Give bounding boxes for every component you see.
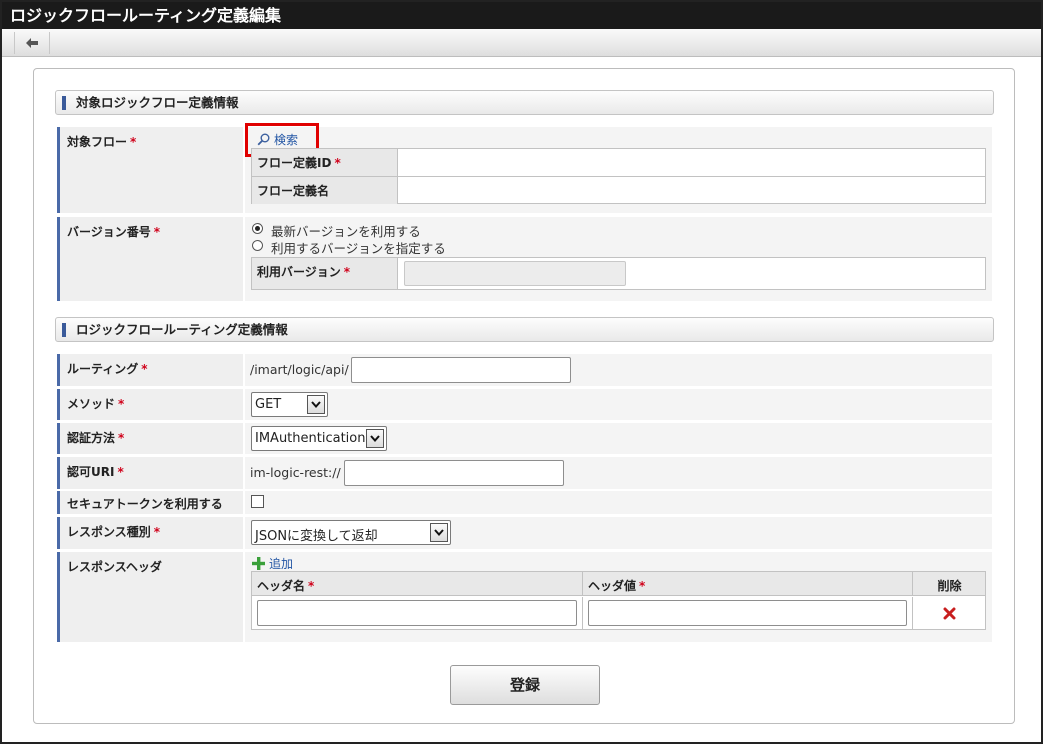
response-type-selected: JSONに変換して返却 bbox=[255, 529, 378, 544]
col-header-name-text: ヘッダ名 bbox=[257, 579, 306, 593]
required-mark: * bbox=[153, 225, 161, 239]
required-mark: * bbox=[130, 135, 137, 149]
secure-token-value bbox=[245, 491, 992, 514]
required-mark: * bbox=[308, 579, 315, 593]
chevron-down-icon bbox=[430, 523, 448, 542]
delete-cell bbox=[913, 597, 986, 630]
header-table: ヘッダ名 * ヘッダ値 * 削除 bbox=[251, 571, 986, 630]
auth-label: 認証方法 * bbox=[57, 423, 243, 454]
radio-specify-label: 利用するバージョンを指定する bbox=[271, 241, 446, 256]
back-arrow-icon bbox=[26, 38, 38, 48]
routing-input[interactable] bbox=[351, 357, 571, 383]
required-mark: * bbox=[141, 362, 148, 376]
section-header-target: 対象ロジックフロー定義情報 bbox=[55, 90, 994, 115]
register-button[interactable]: 登録 bbox=[450, 665, 600, 705]
response-type-select[interactable]: JSONに変換して返却 bbox=[251, 520, 451, 545]
response-type-label: レスポンス種別 * bbox=[57, 517, 243, 549]
col-header-delete: 削除 bbox=[937, 579, 962, 593]
back-button[interactable] bbox=[14, 32, 50, 54]
flow-name-label: フロー定義名 bbox=[252, 177, 398, 204]
auth-label-text: 認証方法 bbox=[67, 431, 116, 445]
header-name-input[interactable] bbox=[257, 600, 577, 626]
header-table-head: ヘッダ名 * ヘッダ値 * 削除 bbox=[252, 572, 985, 596]
section-header-routing: ロジックフロールーティング定義情報 bbox=[55, 317, 994, 342]
col-header-value-text: ヘッダ値 bbox=[588, 579, 637, 593]
required-mark: * bbox=[117, 465, 124, 479]
method-select[interactable]: GET bbox=[251, 392, 328, 417]
use-version-label-text: 利用バージョン bbox=[257, 265, 341, 279]
header-value-cell bbox=[583, 597, 913, 630]
response-type-label-text: レスポンス種別 bbox=[67, 525, 151, 539]
version-label: バージョン番号 * bbox=[57, 217, 243, 301]
response-type-value: JSONに変換して返却 bbox=[245, 517, 992, 549]
plus-icon bbox=[252, 557, 265, 570]
auth-uri-label: 認可URI * bbox=[57, 457, 243, 489]
auth-uri-value: im-logic-rest:// bbox=[245, 457, 992, 489]
required-mark: * bbox=[343, 265, 351, 279]
auth-select[interactable]: IMAuthentication bbox=[251, 426, 387, 451]
routing-value: /imart/logic/api/ bbox=[245, 354, 992, 386]
required-mark: * bbox=[639, 579, 646, 593]
chevron-down-icon bbox=[366, 429, 384, 448]
required-mark: * bbox=[118, 397, 125, 411]
header-name-cell bbox=[252, 597, 583, 630]
toolbar bbox=[2, 29, 1041, 57]
flow-info-table: フロー定義ID * フロー定義名 bbox=[251, 148, 986, 204]
method-value: GET bbox=[245, 389, 992, 420]
target-flow-label: 対象フロー * bbox=[57, 127, 243, 213]
response-header-value: 追加 ヘッダ名 * ヘッダ値 * 削除 bbox=[245, 552, 992, 642]
method-label-text: メソッド bbox=[67, 397, 116, 411]
radio-specify-version[interactable] bbox=[252, 240, 263, 251]
flow-id-label: フロー定義ID * bbox=[252, 149, 398, 176]
auth-uri-label-text: 認可URI bbox=[67, 465, 115, 479]
use-version-input[interactable] bbox=[404, 261, 626, 286]
auth-uri-prefix: im-logic-rest:// bbox=[250, 465, 341, 480]
auth-value: IMAuthentication bbox=[245, 423, 992, 454]
window-title: ロジックフロールーティング定義編集 bbox=[2, 2, 1041, 29]
header-table-row bbox=[252, 597, 985, 630]
auth-selected: IMAuthentication bbox=[255, 431, 366, 446]
use-version-label: 利用バージョン * bbox=[252, 258, 398, 289]
use-version-table: 利用バージョン * bbox=[251, 257, 986, 290]
method-selected: GET bbox=[255, 397, 282, 412]
auth-uri-input[interactable] bbox=[344, 460, 564, 486]
col-header-name: ヘッダ名 * bbox=[252, 572, 583, 596]
routing-label: ルーティング * bbox=[57, 354, 243, 386]
chevron-down-icon bbox=[307, 395, 325, 414]
target-flow-label-text: 対象フロー bbox=[67, 135, 128, 149]
method-label: メソッド * bbox=[57, 389, 243, 420]
required-mark: * bbox=[334, 156, 341, 170]
col-header-value: ヘッダ値 * bbox=[583, 572, 913, 596]
form-panel: 対象ロジックフロー定義情報 対象フロー* 検索 フロー定義ID* フロー定義 bbox=[33, 68, 1015, 724]
required-mark: * bbox=[153, 525, 161, 539]
response-header-label: レスポンスヘッダ bbox=[57, 552, 243, 642]
flow-id-label-text: フロー定義ID bbox=[257, 156, 332, 170]
radio-latest-version[interactable] bbox=[252, 223, 263, 234]
add-header-link[interactable]: 追加 bbox=[252, 555, 293, 572]
flow-name-row: フロー定義名 bbox=[252, 177, 985, 204]
secure-token-label: セキュアトークンを利用する bbox=[57, 491, 243, 514]
flow-id-row: フロー定義ID * bbox=[252, 149, 985, 177]
routing-prefix: /imart/logic/api/ bbox=[250, 362, 349, 377]
version-value: 最新バージョンを利用する 利用するバージョンを指定する 利用バージョン * bbox=[245, 217, 992, 301]
app-window: ロジックフロールーティング定義編集 対象ロジックフロー定義情報 対象フロー * 検… bbox=[0, 0, 1043, 744]
secure-token-checkbox[interactable] bbox=[251, 495, 264, 508]
use-version-row: 利用バージョン * bbox=[252, 258, 985, 289]
target-flow-value: 検索 フロー定義ID * フロー定義名 bbox=[245, 123, 992, 213]
add-header-label: 追加 bbox=[269, 557, 294, 571]
version-label-text: バージョン番号 bbox=[67, 225, 151, 239]
required-mark: * bbox=[118, 431, 125, 445]
delete-x-icon[interactable] bbox=[943, 607, 956, 620]
header-value-input[interactable] bbox=[588, 600, 907, 626]
routing-label-text: ルーティング bbox=[67, 362, 139, 376]
